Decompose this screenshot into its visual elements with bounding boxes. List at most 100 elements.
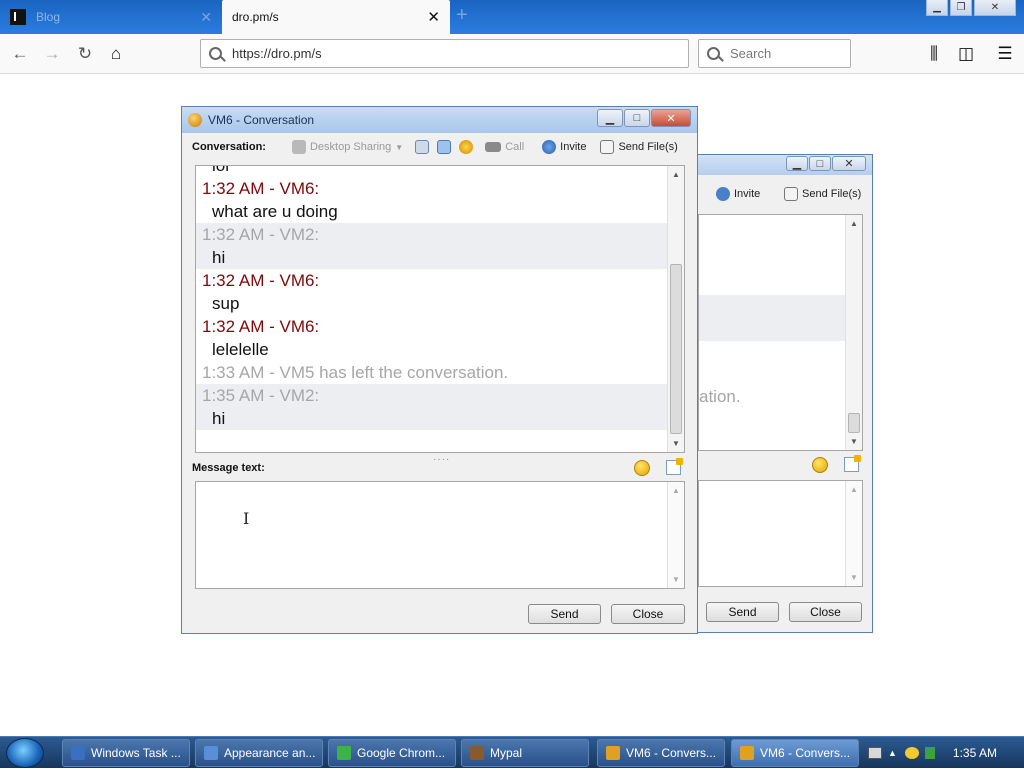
minimize-icon[interactable]: ▁ bbox=[926, 0, 948, 16]
message-text: hi bbox=[196, 246, 668, 269]
search-placeholder: Search bbox=[730, 46, 772, 61]
sidebar-icon[interactable]: ◫ bbox=[954, 42, 978, 66]
close-tab-icon[interactable]: ✕ bbox=[427, 8, 440, 26]
back-message-input[interactable]: ▲ ▼ bbox=[698, 480, 863, 587]
tab-dro-pm[interactable]: dro.pm/s ✕ bbox=[222, 0, 450, 34]
send-files-button[interactable]: Send File(s) bbox=[600, 140, 678, 154]
contact-card-button[interactable] bbox=[437, 140, 452, 154]
url-bar[interactable]: https://dro.pm/s bbox=[200, 39, 689, 68]
messenger-tray-icon[interactable] bbox=[904, 747, 919, 759]
messenger-app-icon bbox=[188, 113, 202, 127]
message-input-scrollbar[interactable]: ▲ ▼ bbox=[667, 482, 684, 588]
close-button[interactable]: Close bbox=[611, 604, 685, 624]
minimize-icon[interactable]: ▁ bbox=[597, 109, 623, 127]
close-icon[interactable]: ✕ bbox=[832, 156, 866, 171]
maximize-icon[interactable]: □ bbox=[624, 109, 650, 127]
desktop-sharing-button[interactable]: Desktop Sharing ▼ bbox=[291, 140, 403, 154]
app-icon bbox=[470, 746, 484, 760]
message-text-label: Message text: bbox=[192, 462, 265, 474]
conversation-window[interactable]: VM6 - Conversation ▁ □ ✕ Conversation: D… bbox=[181, 106, 698, 634]
taskbar-button[interactable]: Windows Task ... bbox=[62, 739, 190, 767]
notes-button[interactable] bbox=[415, 140, 430, 154]
taskbar-button-label: VM6 - Convers... bbox=[626, 746, 717, 760]
taskbar-button[interactable]: Google Chrom... bbox=[328, 739, 456, 767]
network-icon[interactable] bbox=[924, 747, 935, 759]
back-window-titlebar: ▁ □ ✕ bbox=[698, 155, 872, 175]
format-text-icon[interactable] bbox=[844, 455, 861, 472]
message-header: 1:32 AM - VM6: bbox=[202, 178, 320, 198]
scroll-up-arrow-icon[interactable]: ▲ bbox=[672, 170, 680, 179]
back-arrow-icon[interactable]: ← bbox=[8, 42, 32, 66]
conversation-toolbar: Conversation: Desktop Sharing ▼ Call Inv… bbox=[182, 133, 697, 161]
app-icon bbox=[71, 746, 85, 760]
taskbar-button[interactable]: VM6 - Convers... bbox=[731, 739, 859, 767]
keyboard-icon[interactable] bbox=[868, 747, 882, 759]
taskbar-button-label: VM6 - Convers... bbox=[760, 746, 851, 760]
navigation-bar: ← → ↻ ⌂ https://dro.pm/s Search ⫼ ◫ ☰ bbox=[0, 34, 1024, 74]
tab-blog[interactable]: Blog ✕ bbox=[0, 0, 222, 34]
format-text-icon[interactable] bbox=[666, 458, 683, 475]
back-invite-button[interactable]: Invite bbox=[716, 187, 760, 201]
back-send-button[interactable]: Send bbox=[706, 602, 779, 622]
contact-card-icon bbox=[437, 140, 452, 154]
emoticon-icon[interactable] bbox=[812, 457, 828, 473]
games-button[interactable] bbox=[459, 140, 474, 154]
back-input-scrollbar[interactable]: ▲ ▼ bbox=[845, 481, 862, 586]
message-list: lol 1:32 AM - VM6: what are u doing 1:32 AM… bbox=[196, 166, 668, 430]
close-icon[interactable]: ✕ bbox=[651, 109, 691, 127]
chat-history[interactable]: lol 1:32 AM - VM6: what are u doing 1:32 AM… bbox=[195, 165, 685, 453]
forward-arrow-icon[interactable]: → bbox=[40, 42, 64, 66]
conversation-titlebar: VM6 - Conversation ▁ □ ✕ bbox=[182, 107, 697, 133]
message-header: 1:35 AM - VM2: bbox=[196, 384, 668, 407]
message-text: sup bbox=[212, 293, 240, 313]
back-shaded-row bbox=[699, 295, 847, 341]
search-icon bbox=[209, 47, 222, 60]
back-partial-system-text: ation. bbox=[699, 387, 741, 406]
splitter-grip[interactable]: ···· bbox=[433, 454, 450, 465]
taskbar-button[interactable]: Appearance an... bbox=[195, 739, 323, 767]
taskbar-button[interactable]: VM6 - Convers... bbox=[597, 739, 725, 767]
send-file-icon bbox=[784, 187, 798, 201]
home-icon[interactable]: ⌂ bbox=[104, 42, 128, 66]
call-button[interactable]: Call bbox=[485, 141, 524, 153]
minimize-icon[interactable]: ▁ bbox=[786, 156, 808, 171]
show-hidden-icons-icon[interactable]: ▲ bbox=[888, 748, 897, 758]
browser-window-controls: ▁ ❐ ✕ bbox=[926, 0, 1016, 16]
app-icon bbox=[740, 746, 754, 760]
start-button[interactable] bbox=[6, 738, 44, 768]
app-icon bbox=[204, 746, 218, 760]
taskbar-button-label: Mypal bbox=[490, 746, 523, 760]
restore-icon[interactable]: ❐ bbox=[950, 0, 972, 16]
tab-blog-title: Blog bbox=[36, 10, 61, 24]
system-tray: ▲ 1:35 AM bbox=[868, 737, 1024, 769]
chat-scrollbar[interactable]: ▲ ▼ bbox=[667, 166, 684, 452]
back-send-files-button[interactable]: Send File(s) bbox=[784, 187, 861, 201]
clock[interactable]: 1:35 AM bbox=[953, 746, 997, 760]
library-icon[interactable]: ⫼ bbox=[922, 42, 946, 66]
message-input[interactable]: I ▲ ▼ bbox=[195, 481, 685, 589]
taskbar-button[interactable]: Mypal bbox=[461, 739, 589, 767]
close-window-icon[interactable]: ✕ bbox=[974, 0, 1016, 16]
invite-button[interactable]: Invite bbox=[542, 140, 586, 154]
back-chat-scrollbar[interactable]: ▲ ▼ bbox=[845, 215, 862, 450]
games-icon bbox=[459, 140, 474, 154]
emoticon-icon[interactable] bbox=[634, 460, 650, 476]
blog-favicon-icon bbox=[10, 9, 26, 25]
maximize-icon[interactable]: □ bbox=[809, 156, 831, 171]
url-text: https://dro.pm/s bbox=[232, 46, 322, 61]
search-input[interactable]: Search bbox=[698, 39, 851, 68]
close-tab-icon[interactable]: ✕ bbox=[200, 9, 212, 26]
send-button[interactable]: Send bbox=[528, 604, 601, 624]
new-tab-icon[interactable]: + bbox=[456, 4, 468, 27]
back-close-button[interactable]: Close bbox=[789, 602, 862, 622]
scroll-thumb[interactable] bbox=[670, 264, 682, 434]
back-chat-history[interactable]: ation. ▲ ▼ bbox=[698, 214, 863, 451]
system-message: 1:33 AM - VM5 has left the conversation. bbox=[202, 362, 509, 382]
menu-icon[interactable]: ☰ bbox=[993, 42, 1017, 66]
back-conversation-window[interactable]: ▁ □ ✕ Invite Send File(s) ation. ▲ ▼ ▲ ▼… bbox=[697, 154, 873, 633]
scroll-down-arrow-icon[interactable]: ▼ bbox=[672, 439, 680, 448]
invite-icon bbox=[542, 140, 557, 154]
reload-icon[interactable]: ↻ bbox=[73, 42, 97, 66]
invite-icon bbox=[716, 187, 730, 201]
message-header: 1:32 AM - VM6: bbox=[202, 316, 320, 336]
